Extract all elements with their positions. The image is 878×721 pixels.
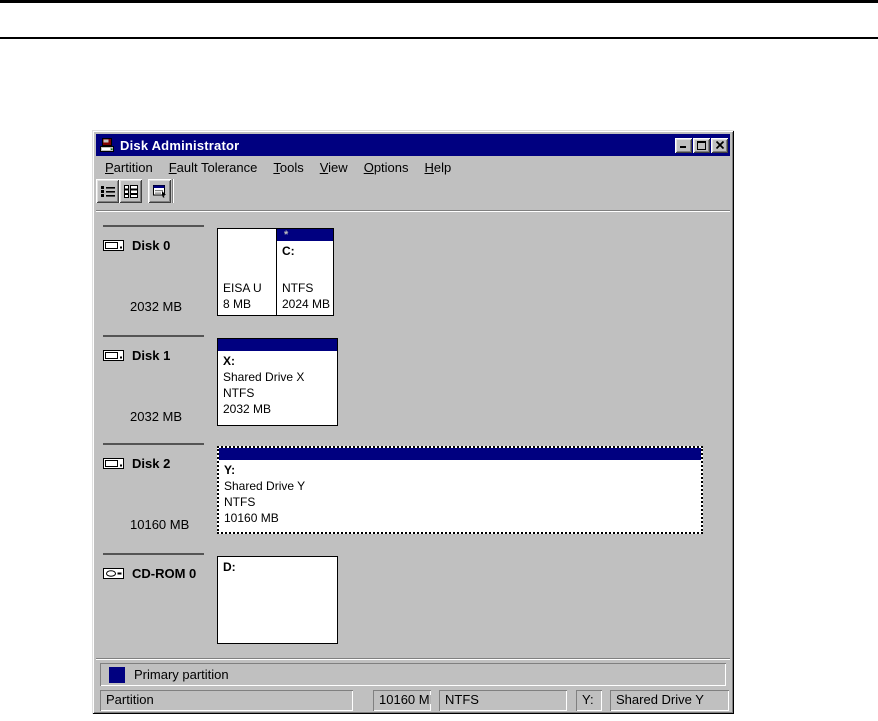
- volumes-view-button[interactable]: [96, 179, 119, 203]
- menu-help[interactable]: Help: [417, 158, 460, 177]
- partition-eisa[interactable]: EISA U 8 MB: [217, 228, 277, 316]
- primary-partition-bar: [218, 339, 337, 351]
- row-separator: [103, 225, 204, 227]
- menu-bar: Partition Fault Tolerance Tools View Opt…: [96, 157, 730, 177]
- maximize-button[interactable]: [693, 138, 710, 153]
- partition-c[interactable]: * C: NTFS 2024 MB: [276, 228, 334, 316]
- disk-name: Disk 0: [132, 238, 170, 253]
- status-volume-label: Shared Drive Y: [610, 690, 729, 711]
- row-separator: [103, 443, 204, 445]
- minimize-button[interactable]: [675, 138, 692, 153]
- partition-fs: NTFS: [282, 280, 333, 296]
- menu-view[interactable]: View: [312, 158, 356, 177]
- status-drive-letter: Y:: [576, 690, 602, 711]
- properties-button[interactable]: [148, 179, 171, 203]
- cdrom-d[interactable]: D:: [217, 556, 338, 644]
- partition-y-selected[interactable]: Y: Shared Drive Y NTFS 10160 MB: [217, 446, 703, 534]
- disk-row-1: Disk 1 2032 MB X: Shared Drive X NTFS 20…: [96, 335, 730, 443]
- cd-rom-icon: [103, 567, 125, 580]
- drive-letter: Y:: [224, 462, 701, 478]
- volumes-view-icon: [100, 184, 116, 198]
- drive-letter: D:: [223, 559, 337, 575]
- drive-letter: X:: [223, 353, 337, 369]
- disk-row-cdrom: CD-ROM 0 D:: [96, 553, 730, 661]
- menu-partition[interactable]: Partition: [97, 158, 161, 177]
- partition-size: 2032 MB: [223, 401, 337, 417]
- volume-label: Shared Drive X: [223, 369, 337, 385]
- primary-partition-bar: *: [277, 229, 333, 241]
- row-separator: [103, 553, 204, 555]
- primary-partition-bar: [219, 448, 701, 460]
- hard-disk-icon: [103, 349, 125, 362]
- window-title: Disk Administrator: [120, 138, 675, 153]
- close-button[interactable]: [711, 138, 728, 153]
- menu-tools[interactable]: Tools: [265, 158, 311, 177]
- active-partition-marker: *: [284, 230, 288, 240]
- partition-size: 10160 MB: [224, 510, 701, 526]
- maximize-icon: [697, 141, 706, 150]
- hard-disk-icon: [103, 239, 125, 252]
- disk-row-2: Disk 2 10160 MB Y: Shared Drive Y NTFS 1…: [96, 443, 730, 551]
- volume-label: Shared Drive Y: [224, 478, 701, 494]
- partition-x[interactable]: X: Shared Drive X NTFS 2032 MB: [217, 338, 338, 426]
- legend-separator-line: [96, 658, 730, 660]
- disk-size: 10160 MB: [130, 517, 189, 532]
- drive-letter: C:: [282, 243, 333, 259]
- minimize-icon: [680, 141, 688, 149]
- status-object-type: Partition: [100, 690, 353, 711]
- legend-label: Primary partition: [134, 667, 229, 682]
- properties-icon: [152, 184, 168, 198]
- disk-row-0: Disk 0 2032 MB EISA U 8 MB *: [96, 225, 730, 333]
- disk-size: 2032 MB: [130, 299, 182, 314]
- row-separator: [103, 335, 204, 337]
- menu-options[interactable]: Options: [356, 158, 417, 177]
- disk-name: Disk 2: [132, 456, 170, 471]
- status-size: 10160 MB: [373, 690, 431, 711]
- close-icon: [716, 141, 724, 149]
- disk-view-icon: [123, 184, 139, 198]
- partition-size: 8 MB: [223, 296, 276, 312]
- disk-view-button[interactable]: [119, 179, 142, 203]
- disk-administrator-app-icon: [99, 137, 116, 153]
- legend-bar: Primary partition: [100, 663, 726, 686]
- page-second-rule: [0, 37, 878, 39]
- partition-fs: NTFS: [223, 385, 337, 401]
- toolbar: [96, 179, 730, 209]
- partition-fs: EISA U: [223, 280, 276, 296]
- partition-fs: NTFS: [224, 494, 701, 510]
- partition-size: 2024 MB: [282, 296, 333, 312]
- disk-name: CD-ROM 0: [132, 566, 196, 581]
- menu-fault-tolerance[interactable]: Fault Tolerance: [161, 158, 266, 177]
- title-bar[interactable]: Disk Administrator: [96, 134, 730, 156]
- hard-disk-icon: [103, 457, 125, 470]
- status-bar: Partition 10160 MB NTFS Y: Shared Drive …: [96, 690, 730, 711]
- disk-name: Disk 1: [132, 348, 170, 363]
- toolbar-divider: [172, 179, 174, 203]
- status-filesystem: NTFS: [439, 690, 567, 711]
- disk-administrator-window: Disk Administrator Partition Fault Toler…: [92, 130, 734, 714]
- page-top-rule: [0, 0, 878, 3]
- primary-partition-swatch: [109, 667, 125, 683]
- disk-list: Disk 0 2032 MB EISA U 8 MB *: [96, 212, 730, 658]
- disk-size: 2032 MB: [130, 409, 182, 424]
